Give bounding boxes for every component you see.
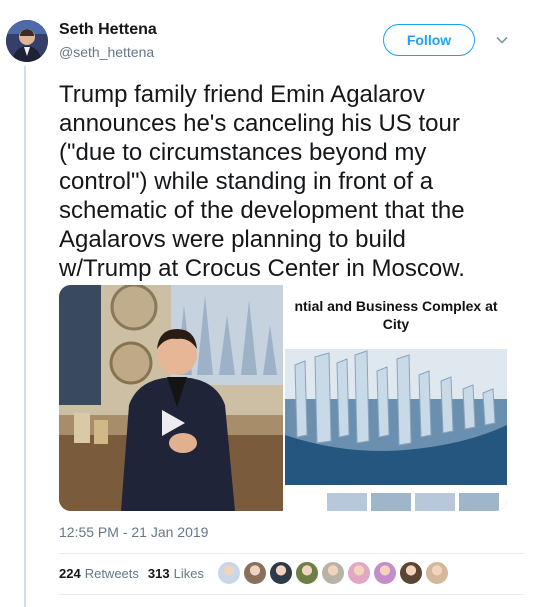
liker-avatar[interactable] <box>425 561 449 585</box>
tweet-line: Agalarovs were planning to build <box>59 226 406 253</box>
chevron-down-icon[interactable] <box>495 33 509 47</box>
likes-label[interactable]: Likes <box>174 566 204 581</box>
tweet-line: w/Trump at Crocus Center in Moscow. <box>59 255 465 282</box>
video-frame <box>59 285 283 511</box>
avatar-photo <box>6 20 48 62</box>
liker-avatars <box>217 561 451 585</box>
avatar[interactable] <box>6 20 48 62</box>
liker-avatar[interactable] <box>373 561 397 585</box>
tweet-line: schematic of the development that the <box>59 197 465 224</box>
development-rendering <box>285 349 507 511</box>
photo-thumbnail[interactable]: ntial and Business Complex at City <box>285 285 507 511</box>
divider <box>59 553 524 554</box>
video-thumbnail[interactable] <box>59 285 283 511</box>
user-handle[interactable]: @seth_hettena <box>59 44 154 60</box>
liker-avatar[interactable] <box>321 561 345 585</box>
tweet-line: announces he's canceling his US tour <box>59 110 460 137</box>
tweet-line: control") while standing in front of a <box>59 168 434 195</box>
retweets-label[interactable]: Retweets <box>85 566 139 581</box>
tweet-text: Trump family friend Emin Agalarov announ… <box>59 80 524 283</box>
divider <box>59 594 524 595</box>
tweet-timestamp[interactable]: 12:55 PM - 21 Jan 2019 <box>59 524 208 540</box>
play-icon[interactable] <box>156 407 188 439</box>
liker-avatar[interactable] <box>399 561 423 585</box>
likes-count[interactable]: 313 <box>148 566 170 581</box>
media-grid: ntial and Business Complex at City <box>59 285 507 511</box>
tweet-line: ("due to circumstances beyond my <box>59 139 427 166</box>
tweet-stats: 224 Retweets 313 Likes <box>59 566 213 581</box>
liker-avatar[interactable] <box>295 561 319 585</box>
follow-button[interactable]: Follow <box>383 24 475 56</box>
retweets-count[interactable]: 224 <box>59 566 81 581</box>
liker-avatar[interactable] <box>269 561 293 585</box>
liker-avatar[interactable] <box>243 561 267 585</box>
liker-avatar[interactable] <box>217 561 241 585</box>
tweet-line: Trump family friend Emin Agalarov <box>59 81 425 108</box>
thread-line <box>24 66 26 607</box>
user-display-name[interactable]: Seth Hettena <box>59 21 157 39</box>
liker-avatar[interactable] <box>347 561 371 585</box>
